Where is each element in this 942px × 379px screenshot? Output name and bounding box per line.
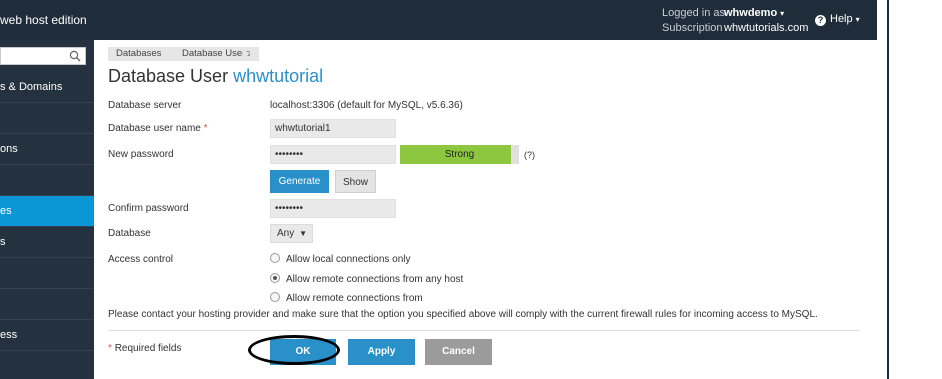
access-option-label: Allow remote connections from any host [286,274,464,285]
help-menu[interactable]: ? Help ▾ [815,13,860,26]
radio-button[interactable] [270,292,280,302]
access-option-local[interactable]: Allow local connections only [270,253,411,265]
cancel-button[interactable]: Cancel [425,339,492,365]
page-title-prefix: Database User [108,66,229,86]
sidebar-item[interactable] [0,258,94,289]
db-server-label: Database server [108,100,182,111]
sidebar: s & Domains ons es s ess [0,40,94,379]
help-icon: ? [815,15,826,26]
breadcrumb-separator [243,47,249,61]
generate-button[interactable]: Generate [270,170,329,193]
access-option-label: Allow remote connections from [286,293,423,304]
access-option-from-host[interactable]: Allow remote connections from [270,292,423,304]
page-title-username: whwtutorial [233,66,324,86]
sidebar-item[interactable] [0,103,94,134]
sidebar-search-input[interactable] [0,47,86,65]
help-label[interactable]: Help [830,13,853,25]
database-label: Database [108,228,151,239]
sidebar-item[interactable] [0,165,94,196]
db-server-value: localhost:3306 (default for MySQL, v5.6.… [270,100,463,111]
access-option-label: Allow local connections only [286,254,411,265]
sidebar-item-applications[interactable]: ons [0,134,94,165]
chevron-down-icon: ▾ [855,15,860,24]
sidebar-item-databases[interactable]: es [0,196,94,227]
breadcrumb-separator [166,47,172,61]
required-star: * [203,123,208,134]
confirm-password-label: Confirm password [108,203,189,214]
chevron-down-icon: ▼ [299,229,307,238]
ok-button[interactable]: OK [270,339,336,365]
user-name-input[interactable]: whwtutorial1 [270,119,396,138]
chevron-down-icon: ▾ [780,9,785,18]
confirm-password-input[interactable]: •••••••• [270,199,396,218]
access-option-any-host[interactable]: Allow remote connections from any host [270,273,463,285]
required-fields-text: Required fields [114,343,182,354]
page-title: Database User whwtutorial [108,66,323,87]
required-fields-note: * Required fields [108,343,181,354]
strength-help-link[interactable]: (?) [524,150,535,160]
radio-button-checked[interactable] [270,273,280,283]
required-star: * [108,343,112,354]
user-name-label: Database user name * [108,123,208,134]
divider [108,330,860,331]
user-name[interactable]: whwdemo [724,7,777,19]
access-control-label: Access control [108,254,174,265]
top-header: web host edition Logged in as whwdemo ▾ S… [0,0,877,40]
sidebar-item[interactable]: s [0,227,94,258]
window-border [887,0,889,379]
new-password-input[interactable]: •••••••• [270,145,396,164]
subscription-label: Subscription [662,22,723,34]
password-strength-label: Strong [444,149,475,160]
subscription-value[interactable]: whwtutorials.com [724,22,808,34]
sidebar-item[interactable] [0,302,94,320]
search-icon[interactable] [69,50,81,62]
user-menu[interactable]: whwdemo ▾ [724,7,784,19]
logged-in-label: Logged in as [662,7,725,19]
user-name-label-text: Database user name [108,123,201,134]
radio-button[interactable] [270,253,280,263]
password-strength-meter: Strong [400,145,519,164]
show-password-button[interactable]: Show [335,170,376,193]
database-select[interactable]: Any ▼ [270,224,313,243]
brand-title: web host edition [0,13,87,27]
sidebar-item-access[interactable]: ess [0,320,94,351]
sidebar-item-websites-domains[interactable]: s & Domains [0,72,94,103]
apply-button[interactable]: Apply [348,339,415,365]
firewall-note: Please contact your hosting provider and… [108,309,818,320]
database-select-value[interactable]: Any [277,228,294,239]
new-password-label: New password [108,149,174,160]
